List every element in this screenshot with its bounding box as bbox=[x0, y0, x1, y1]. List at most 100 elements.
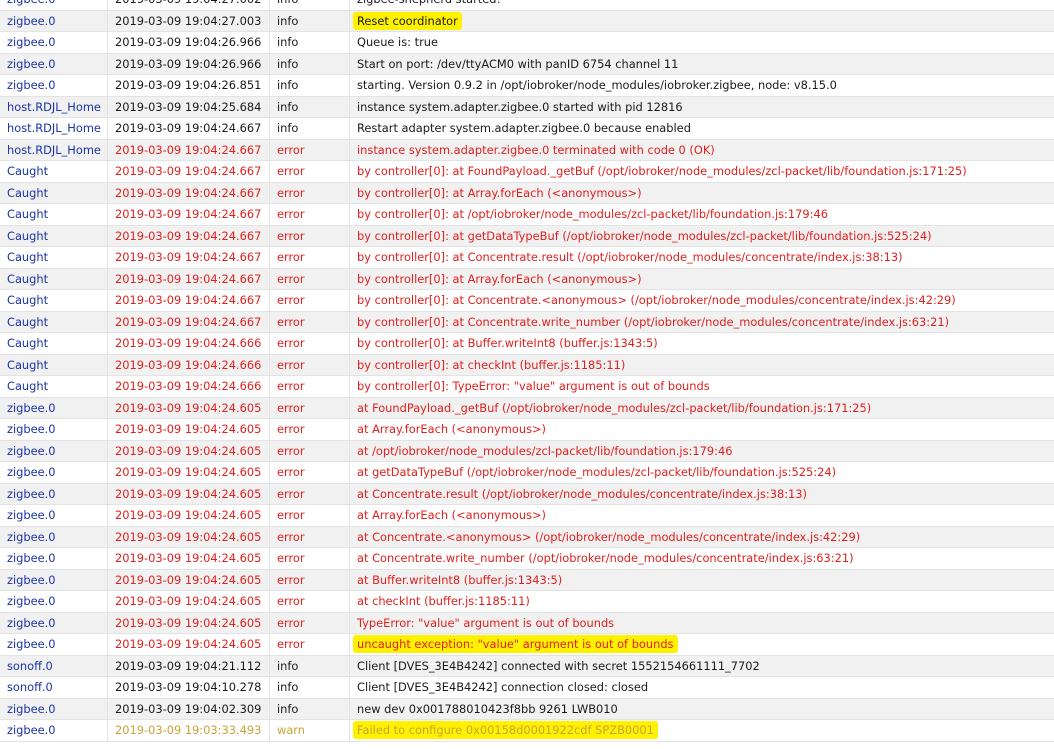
log-row[interactable]: zigbee.0 2019-03-09 19:04:24.605 error at g… bbox=[0, 462, 1054, 484]
log-row[interactable]: zigbee.0 2019-03-09 19:04:24.605 error at A… bbox=[0, 505, 1054, 527]
log-severity: error bbox=[270, 505, 350, 526]
log-row[interactable]: zigbee.0 2019-03-09 19:04:02.309 info new d… bbox=[0, 698, 1054, 720]
log-row[interactable]: Caught 2019-03-09 19:04:24.667 error by con… bbox=[0, 268, 1054, 290]
log-row[interactable]: host.RDJL_Home 2019-03-09 19:04:24.667 inf… bbox=[0, 118, 1054, 140]
log-row[interactable]: Caught 2019-03-09 19:04:24.667 error by con… bbox=[0, 311, 1054, 333]
log-row[interactable]: Caught 2019-03-09 19:04:24.667 error by con… bbox=[0, 247, 1054, 269]
log-row[interactable]: zigbee.0 2019-03-09 19:04:24.605 error at C… bbox=[0, 526, 1054, 548]
log-severity: error bbox=[270, 161, 350, 182]
log-row[interactable]: zigbee.0 2019-03-09 19:04:24.605 error at F… bbox=[0, 397, 1054, 419]
log-source: sonoff.0 bbox=[0, 655, 108, 676]
log-source: zigbee.0 bbox=[0, 32, 108, 53]
log-row[interactable]: Caught 2019-03-09 19:04:24.666 error by con… bbox=[0, 333, 1054, 355]
log-row[interactable]: Caught 2019-03-09 19:04:24.666 error by con… bbox=[0, 376, 1054, 398]
log-row[interactable]: zigbee.0 2019-03-09 19:04:26.966 info Start… bbox=[0, 53, 1054, 75]
log-row[interactable]: zigbee.0 2019-03-09 19:04:24.605 error at C… bbox=[0, 483, 1054, 505]
log-row[interactable]: zigbee.0 2019-03-09 19:04:24.605 error at c… bbox=[0, 591, 1054, 613]
log-row[interactable]: zigbee.0 2019-03-09 19:04:24.605 error at A… bbox=[0, 419, 1054, 441]
log-source: zigbee.0 bbox=[0, 591, 108, 612]
log-message: by controller[0]: at checkInt (buffer.js… bbox=[357, 357, 626, 372]
log-row[interactable]: Caught 2019-03-09 19:04:24.666 error by con… bbox=[0, 354, 1054, 376]
log-message-cell: zigbee-shepherd started! bbox=[350, 0, 1054, 10]
log-severity: info bbox=[270, 75, 350, 96]
log-row[interactable]: zigbee.0 2019-03-09 19:04:26.966 info Queue… bbox=[0, 32, 1054, 54]
log-message: Client [DVES_3E4B4242] connection closed… bbox=[357, 680, 649, 694]
log-row[interactable]: zigbee.0 2019-03-09 19:04:24.605 error at /… bbox=[0, 440, 1054, 462]
log-row[interactable]: Caught 2019-03-09 19:04:24.667 error by con… bbox=[0, 225, 1054, 247]
log-message-cell: by controller[0]: at Array.forEach (<ano… bbox=[350, 269, 1054, 290]
log-message-cell: instance system.adapter.zigbee.0 started… bbox=[350, 97, 1054, 118]
log-row[interactable]: zigbee.0 2019-03-09 19:04:24.605 error at C… bbox=[0, 548, 1054, 570]
log-row[interactable]: zigbee.0 2019-03-09 19:04:27.003 info Reset… bbox=[0, 10, 1054, 32]
log-source: zigbee.0 bbox=[0, 526, 108, 547]
log-row[interactable]: zigbee.0 2019-03-09 19:03:33.493 warn Faile… bbox=[0, 720, 1054, 742]
log-severity: error bbox=[270, 225, 350, 246]
log-row[interactable]: sonoff.0 2019-03-09 19:04:10.278 info Clien… bbox=[0, 677, 1054, 699]
log-row[interactable]: host.RDJL_Home 2019-03-09 19:04:24.667 err… bbox=[0, 139, 1054, 161]
log-severity: error bbox=[270, 548, 350, 569]
log-severity: info bbox=[270, 698, 350, 719]
log-row[interactable]: Caught 2019-03-09 19:04:24.667 error by con… bbox=[0, 161, 1054, 183]
log-severity: error bbox=[270, 526, 350, 547]
log-row[interactable]: zigbee.02019-03-09 19:04:27.002info zigbe… bbox=[0, 0, 1054, 11]
log-message: Restart adapter system.adapter.zigbee.0 … bbox=[357, 121, 691, 135]
log-timestamp: 2019-03-09 19:04:24.605 bbox=[108, 462, 270, 483]
log-row[interactable]: zigbee.0 2019-03-09 19:04:24.605 error at B… bbox=[0, 569, 1054, 591]
log-timestamp: 2019-03-09 19:04:24.667 bbox=[108, 204, 270, 225]
log-severity: error bbox=[270, 182, 350, 203]
log-source: Caught bbox=[0, 376, 108, 397]
log-source: zigbee.0 bbox=[0, 440, 108, 461]
log-row[interactable]: zigbee.0 2019-03-09 19:04:26.851 info start… bbox=[0, 75, 1054, 97]
log-source: Caught bbox=[0, 311, 108, 332]
log-source: zigbee.0 bbox=[0, 419, 108, 440]
log-message: by controller[0]: at Concentrate.write_n… bbox=[357, 314, 950, 329]
log-message-cell: instance system.adapter.zigbee.0 termina… bbox=[350, 140, 1054, 161]
log-timestamp: 2019-03-09 19:04:24.605 bbox=[108, 634, 270, 655]
log-message-cell: at Concentrate.write_number (/opt/iobrok… bbox=[350, 548, 1054, 569]
log-message-cell: at FoundPayload._getBuf (/opt/iobroker/n… bbox=[350, 398, 1054, 419]
log-message-cell: at Concentrate.<anonymous> (/opt/iobroke… bbox=[350, 527, 1054, 548]
log-message-cell: by controller[0]: at Buffer.writeInt8 (b… bbox=[350, 333, 1054, 354]
log-message: by controller[0]: at Concentrate.result … bbox=[357, 250, 903, 264]
log-row[interactable]: zigbee.0 2019-03-09 19:04:24.605 error Type… bbox=[0, 612, 1054, 634]
log-row[interactable]: Caught 2019-03-09 19:04:24.667 error by con… bbox=[0, 204, 1054, 226]
log-timestamp: 2019-03-09 19:04:25.684 bbox=[108, 96, 270, 117]
log-row[interactable]: host.RDJL_Home 2019-03-09 19:04:25.684 inf… bbox=[0, 96, 1054, 118]
log-row[interactable]: zigbee.0 2019-03-09 19:04:24.605 error unca… bbox=[0, 634, 1054, 656]
log-message-cell: new dev 0x001788010423f8bb 9261 LWB010 bbox=[350, 699, 1054, 720]
log-severity: error bbox=[270, 483, 350, 504]
log-severity: error bbox=[270, 311, 350, 332]
log-message: at Concentrate.<anonymous> (/opt/iobroke… bbox=[357, 529, 861, 544]
log-timestamp: 2019-03-09 19:04:24.666 bbox=[108, 354, 270, 375]
log-source: zigbee.0 bbox=[0, 462, 108, 483]
log-timestamp: 2019-03-09 19:04:24.666 bbox=[108, 376, 270, 397]
log-message-cell: at Buffer.writeInt8 (buffer.js:1343:5) bbox=[350, 570, 1054, 591]
log-source: Caught bbox=[0, 333, 108, 354]
log-severity: error bbox=[270, 333, 350, 354]
log-severity: info bbox=[270, 32, 350, 53]
log-source: zigbee.0 bbox=[0, 483, 108, 504]
log-severity: info bbox=[270, 53, 350, 74]
log-message-cell: by controller[0]: at getDataTypeBuf (/op… bbox=[350, 226, 1054, 247]
log-timestamp: 2019-03-09 19:04:24.605 bbox=[108, 397, 270, 418]
log-source: zigbee.0 bbox=[0, 698, 108, 719]
log-source: Caught bbox=[0, 182, 108, 203]
log-row[interactable]: sonoff.0 2019-03-09 19:04:21.112 info Clien… bbox=[0, 655, 1054, 677]
log-message-cell: by controller[0]: at FoundPayload._getBu… bbox=[350, 161, 1054, 182]
log-timestamp: 2019-03-09 19:04:24.667 bbox=[108, 290, 270, 311]
log-source: Caught bbox=[0, 161, 108, 182]
log-severity: error bbox=[270, 354, 350, 375]
log-timestamp: 2019-03-09 19:04:24.667 bbox=[108, 118, 270, 139]
log-timestamp: 2019-03-09 19:04:24.605 bbox=[108, 440, 270, 461]
log-severity: error bbox=[270, 569, 350, 590]
log-timestamp: 2019-03-09 19:04:21.112 bbox=[108, 655, 270, 676]
log-timestamp: 2019-03-09 19:04:10.278 bbox=[108, 677, 270, 698]
log-message: at Array.forEach (<anonymous>) bbox=[357, 422, 547, 436]
log-message-cell: by controller[0]: at checkInt (buffer.js… bbox=[350, 355, 1054, 376]
log-row[interactable]: Caught 2019-03-09 19:04:24.667 error by con… bbox=[0, 182, 1054, 204]
log-message: Start on port: /dev/ttyACM0 with panID 6… bbox=[357, 56, 679, 71]
log-timestamp: 2019-03-09 19:04:24.667 bbox=[108, 182, 270, 203]
log-message-cell: at getDataTypeBuf (/opt/iobroker/node_mo… bbox=[350, 462, 1054, 483]
log-source: host.RDJL_Home bbox=[0, 118, 108, 139]
log-row[interactable]: Caught 2019-03-09 19:04:24.667 error by con… bbox=[0, 290, 1054, 312]
